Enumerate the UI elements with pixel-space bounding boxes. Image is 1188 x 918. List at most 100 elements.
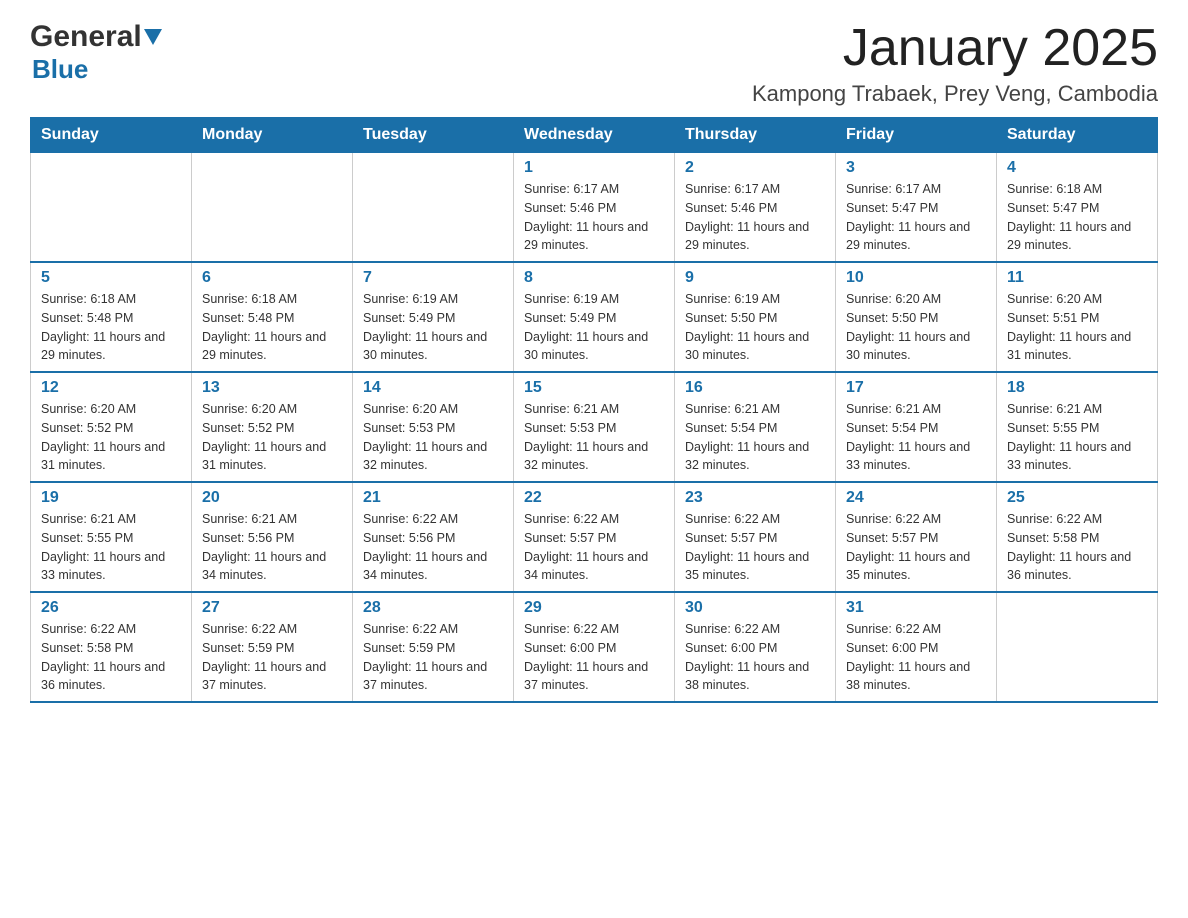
day-number: 30 bbox=[685, 599, 825, 617]
logo-general-text: General bbox=[30, 20, 142, 54]
calendar-cell: 11 Sunrise: 6:20 AMSunset: 5:51 PMDayligh… bbox=[997, 262, 1158, 372]
day-number: 4 bbox=[1007, 159, 1147, 177]
calendar-cell: 25 Sunrise: 6:22 AMSunset: 5:58 PMDayligh… bbox=[997, 482, 1158, 592]
day-info: Sunrise: 6:22 AMSunset: 5:57 PMDaylight:… bbox=[524, 510, 664, 585]
day-number: 5 bbox=[41, 269, 181, 287]
calendar-title: January 2025 bbox=[752, 20, 1158, 77]
calendar-week-row: 26 Sunrise: 6:22 AMSunset: 5:58 PMDayligh… bbox=[31, 592, 1158, 702]
calendar-cell: 29 Sunrise: 6:22 AMSunset: 6:00 PMDayligh… bbox=[514, 592, 675, 702]
logo-blue-text: Blue bbox=[30, 54, 88, 84]
header-friday: Friday bbox=[836, 118, 997, 153]
calendar-week-row: 5 Sunrise: 6:18 AMSunset: 5:48 PMDaylight… bbox=[31, 262, 1158, 372]
day-number: 6 bbox=[202, 269, 342, 287]
day-number: 14 bbox=[363, 379, 503, 397]
calendar-cell bbox=[353, 153, 514, 263]
day-number: 27 bbox=[202, 599, 342, 617]
day-number: 28 bbox=[363, 599, 503, 617]
day-info: Sunrise: 6:20 AMSunset: 5:51 PMDaylight:… bbox=[1007, 290, 1147, 365]
title-section: January 2025 Kampong Trabaek, Prey Veng,… bbox=[752, 20, 1158, 107]
calendar-cell: 6 Sunrise: 6:18 AMSunset: 5:48 PMDaylight… bbox=[192, 262, 353, 372]
day-info: Sunrise: 6:18 AMSunset: 5:48 PMDaylight:… bbox=[41, 290, 181, 365]
logo: General Blue bbox=[30, 20, 162, 85]
calendar-table: SundayMondayTuesdayWednesdayThursdayFrid… bbox=[30, 117, 1158, 703]
day-number: 1 bbox=[524, 159, 664, 177]
calendar-week-row: 19 Sunrise: 6:21 AMSunset: 5:55 PMDayligh… bbox=[31, 482, 1158, 592]
calendar-cell: 14 Sunrise: 6:20 AMSunset: 5:53 PMDayligh… bbox=[353, 372, 514, 482]
page-header: General Blue January 2025 Kampong Trabae… bbox=[30, 20, 1158, 107]
day-number: 26 bbox=[41, 599, 181, 617]
calendar-cell: 8 Sunrise: 6:19 AMSunset: 5:49 PMDaylight… bbox=[514, 262, 675, 372]
day-number: 3 bbox=[846, 159, 986, 177]
day-info: Sunrise: 6:19 AMSunset: 5:50 PMDaylight:… bbox=[685, 290, 825, 365]
day-number: 7 bbox=[363, 269, 503, 287]
day-info: Sunrise: 6:17 AMSunset: 5:47 PMDaylight:… bbox=[846, 180, 986, 255]
header-wednesday: Wednesday bbox=[514, 118, 675, 153]
day-info: Sunrise: 6:21 AMSunset: 5:55 PMDaylight:… bbox=[41, 510, 181, 585]
day-info: Sunrise: 6:21 AMSunset: 5:53 PMDaylight:… bbox=[524, 400, 664, 475]
calendar-cell bbox=[997, 592, 1158, 702]
calendar-cell bbox=[192, 153, 353, 263]
calendar-cell: 27Sunrise: 6:22 AMSunset: 5:59 PMDayligh… bbox=[192, 592, 353, 702]
day-number: 12 bbox=[41, 379, 181, 397]
day-number: 19 bbox=[41, 489, 181, 507]
day-info: Sunrise: 6:22 AMSunset: 6:00 PMDaylight:… bbox=[524, 620, 664, 695]
day-info: Sunrise: 6:21 AMSunset: 5:54 PMDaylight:… bbox=[685, 400, 825, 475]
calendar-cell: 3 Sunrise: 6:17 AMSunset: 5:47 PMDaylight… bbox=[836, 153, 997, 263]
header-saturday: Saturday bbox=[997, 118, 1158, 153]
calendar-cell: 16 Sunrise: 6:21 AMSunset: 5:54 PMDayligh… bbox=[675, 372, 836, 482]
day-info: Sunrise: 6:20 AMSunset: 5:53 PMDaylight:… bbox=[363, 400, 503, 475]
day-number: 16 bbox=[685, 379, 825, 397]
calendar-subtitle: Kampong Trabaek, Prey Veng, Cambodia bbox=[752, 81, 1158, 107]
day-number: 8 bbox=[524, 269, 664, 287]
calendar-cell: 15 Sunrise: 6:21 AMSunset: 5:53 PMDayligh… bbox=[514, 372, 675, 482]
day-info: Sunrise: 6:22 AMSunset: 5:58 PMDaylight:… bbox=[1007, 510, 1147, 585]
day-number: 2 bbox=[685, 159, 825, 177]
calendar-header-row: SundayMondayTuesdayWednesdayThursdayFrid… bbox=[31, 118, 1158, 153]
day-number: 15 bbox=[524, 379, 664, 397]
calendar-cell: 24Sunrise: 6:22 AMSunset: 5:57 PMDayligh… bbox=[836, 482, 997, 592]
day-info: Sunrise: 6:22 AMSunset: 5:56 PMDaylight:… bbox=[363, 510, 503, 585]
day-number: 17 bbox=[846, 379, 986, 397]
calendar-cell: 23 Sunrise: 6:22 AMSunset: 5:57 PMDayligh… bbox=[675, 482, 836, 592]
calendar-cell: 28 Sunrise: 6:22 AMSunset: 5:59 PMDayligh… bbox=[353, 592, 514, 702]
day-number: 22 bbox=[524, 489, 664, 507]
calendar-cell: 31Sunrise: 6:22 AMSunset: 6:00 PMDayligh… bbox=[836, 592, 997, 702]
day-number: 25 bbox=[1007, 489, 1147, 507]
calendar-cell: 9Sunrise: 6:19 AMSunset: 5:50 PMDaylight… bbox=[675, 262, 836, 372]
day-info: Sunrise: 6:22 AMSunset: 5:57 PMDaylight:… bbox=[846, 510, 986, 585]
day-number: 11 bbox=[1007, 269, 1147, 287]
day-info: Sunrise: 6:17 AMSunset: 5:46 PMDaylight:… bbox=[685, 180, 825, 255]
calendar-cell: 20Sunrise: 6:21 AMSunset: 5:56 PMDayligh… bbox=[192, 482, 353, 592]
day-info: Sunrise: 6:21 AMSunset: 5:55 PMDaylight:… bbox=[1007, 400, 1147, 475]
calendar-cell: 30Sunrise: 6:22 AMSunset: 6:00 PMDayligh… bbox=[675, 592, 836, 702]
day-info: Sunrise: 6:20 AMSunset: 5:52 PMDaylight:… bbox=[41, 400, 181, 475]
calendar-cell: 10Sunrise: 6:20 AMSunset: 5:50 PMDayligh… bbox=[836, 262, 997, 372]
day-info: Sunrise: 6:22 AMSunset: 5:59 PMDaylight:… bbox=[363, 620, 503, 695]
calendar-week-row: 1 Sunrise: 6:17 AMSunset: 5:46 PMDaylight… bbox=[31, 153, 1158, 263]
day-info: Sunrise: 6:22 AMSunset: 5:57 PMDaylight:… bbox=[685, 510, 825, 585]
calendar-cell bbox=[31, 153, 192, 263]
day-info: Sunrise: 6:17 AMSunset: 5:46 PMDaylight:… bbox=[524, 180, 664, 255]
day-info: Sunrise: 6:18 AMSunset: 5:48 PMDaylight:… bbox=[202, 290, 342, 365]
calendar-cell: 1 Sunrise: 6:17 AMSunset: 5:46 PMDaylight… bbox=[514, 153, 675, 263]
calendar-cell: 13 Sunrise: 6:20 AMSunset: 5:52 PMDayligh… bbox=[192, 372, 353, 482]
day-info: Sunrise: 6:20 AMSunset: 5:52 PMDaylight:… bbox=[202, 400, 342, 475]
logo-triangle-icon bbox=[144, 29, 162, 47]
header-monday: Monday bbox=[192, 118, 353, 153]
calendar-cell: 21 Sunrise: 6:22 AMSunset: 5:56 PMDayligh… bbox=[353, 482, 514, 592]
calendar-cell: 17Sunrise: 6:21 AMSunset: 5:54 PMDayligh… bbox=[836, 372, 997, 482]
calendar-cell: 19 Sunrise: 6:21 AMSunset: 5:55 PMDayligh… bbox=[31, 482, 192, 592]
day-number: 23 bbox=[685, 489, 825, 507]
day-info: Sunrise: 6:22 AMSunset: 5:58 PMDaylight:… bbox=[41, 620, 181, 695]
day-number: 18 bbox=[1007, 379, 1147, 397]
calendar-cell: 12 Sunrise: 6:20 AMSunset: 5:52 PMDayligh… bbox=[31, 372, 192, 482]
day-info: Sunrise: 6:19 AMSunset: 5:49 PMDaylight:… bbox=[524, 290, 664, 365]
day-info: Sunrise: 6:18 AMSunset: 5:47 PMDaylight:… bbox=[1007, 180, 1147, 255]
day-number: 13 bbox=[202, 379, 342, 397]
day-number: 29 bbox=[524, 599, 664, 617]
calendar-cell: 2 Sunrise: 6:17 AMSunset: 5:46 PMDaylight… bbox=[675, 153, 836, 263]
calendar-cell: 7Sunrise: 6:19 AMSunset: 5:49 PMDaylight… bbox=[353, 262, 514, 372]
header-thursday: Thursday bbox=[675, 118, 836, 153]
day-number: 10 bbox=[846, 269, 986, 287]
day-number: 21 bbox=[363, 489, 503, 507]
